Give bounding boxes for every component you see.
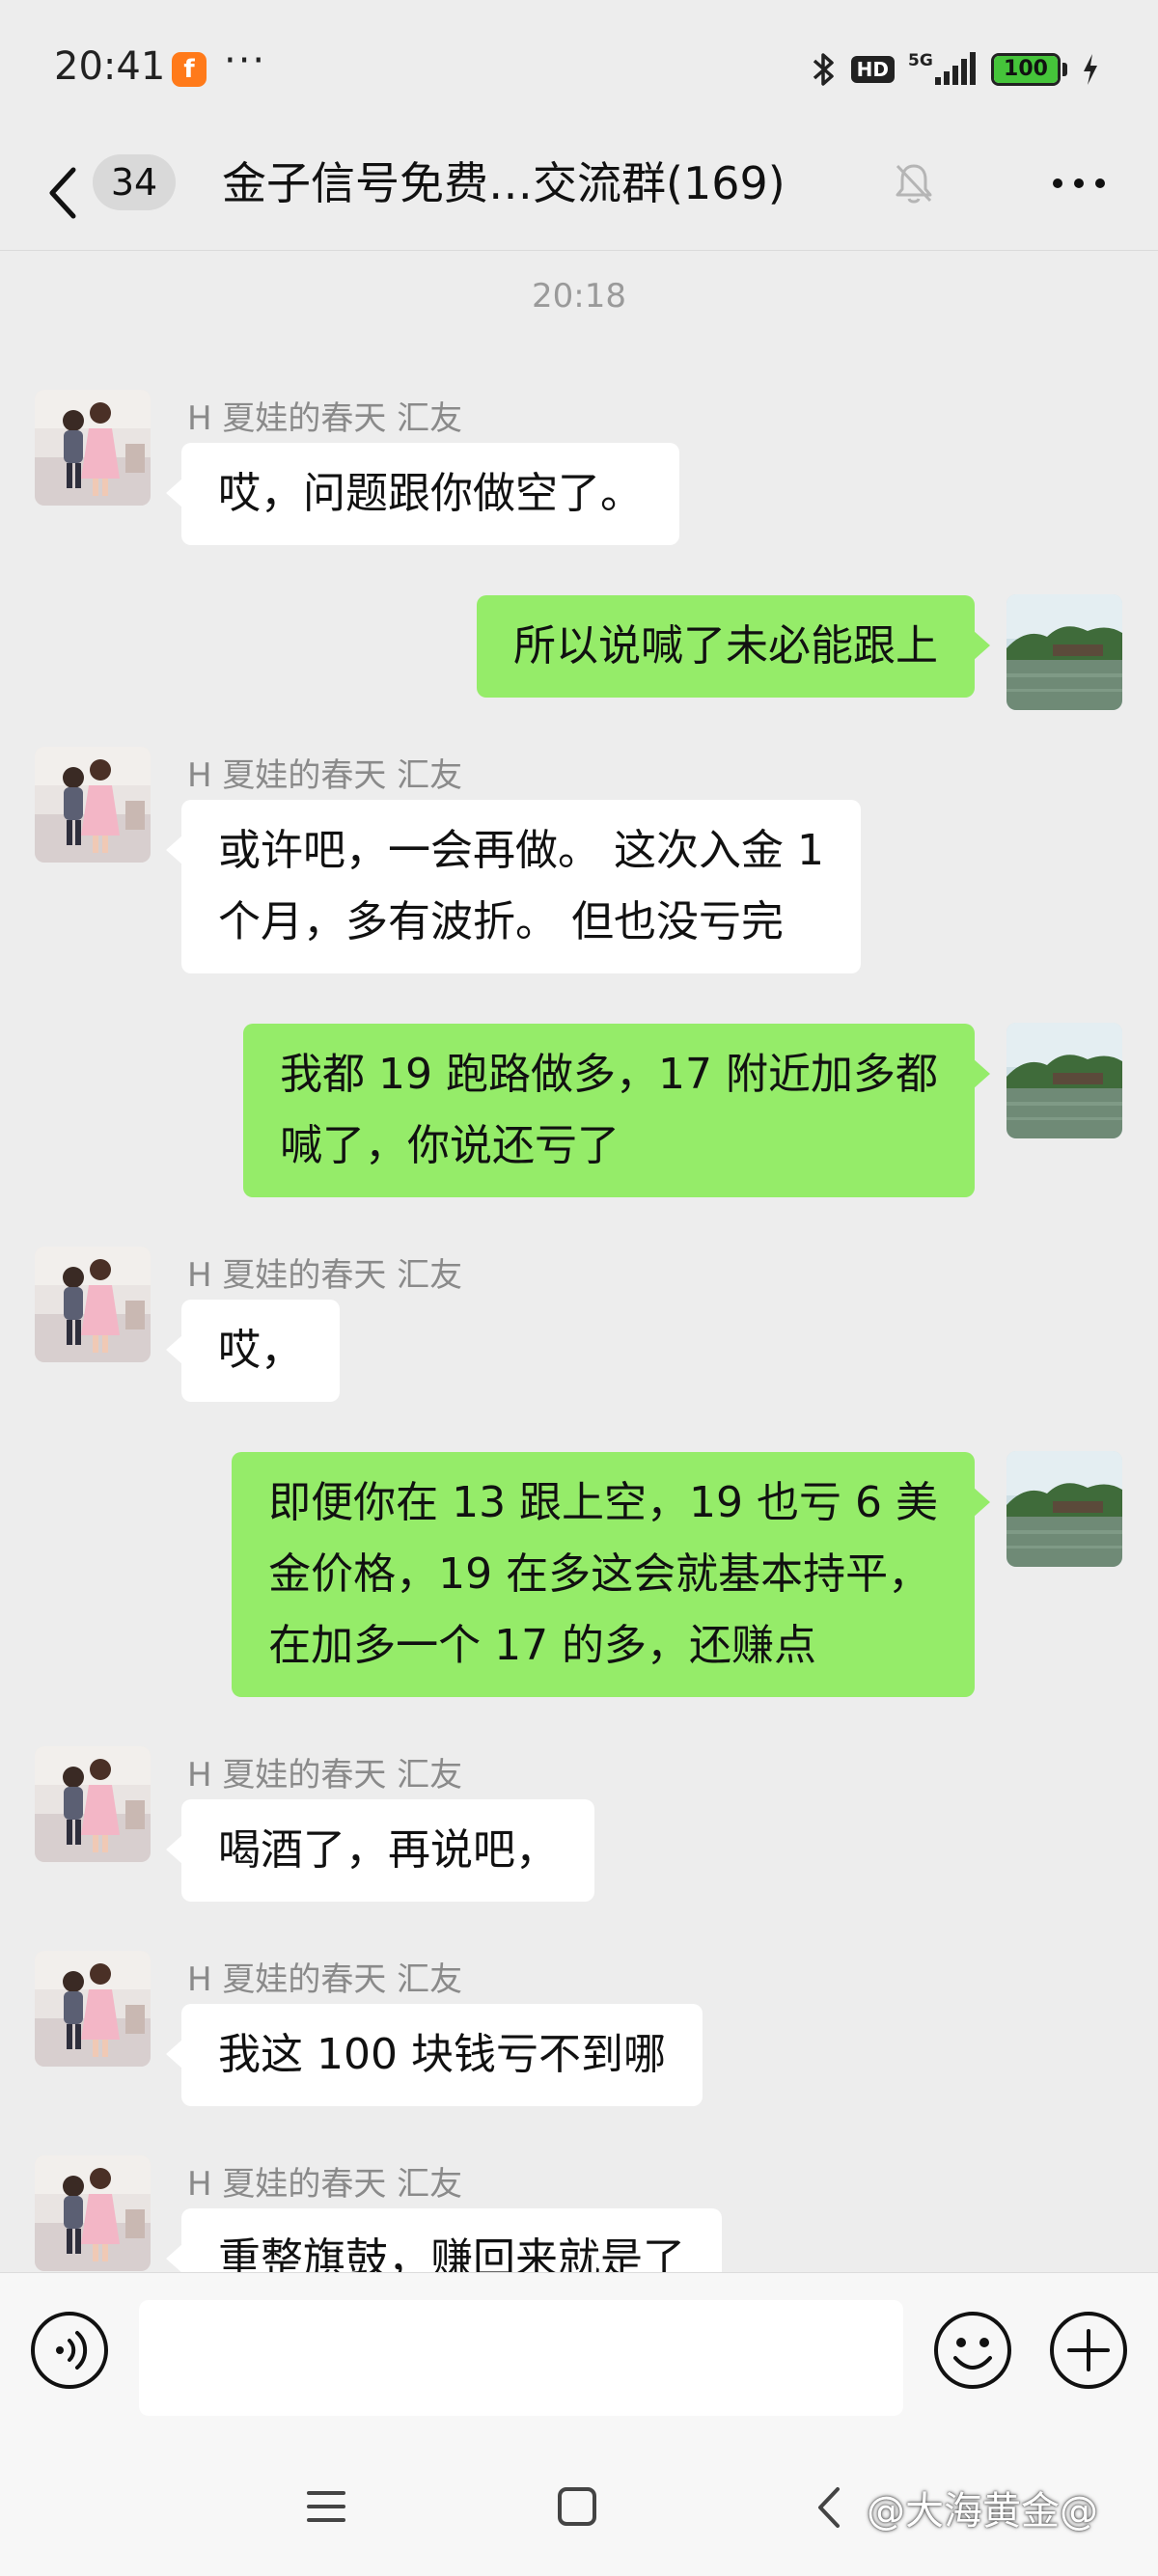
message-timestamp: 20:18 [532, 277, 626, 315]
status-icons: HD 5G 100 [809, 50, 1100, 89]
svg-text:5G: 5G [908, 51, 933, 70]
watermark: @大海黄金@ [867, 2489, 1098, 2534]
home-icon[interactable] [556, 2485, 598, 2528]
message-bubble[interactable]: 即便你在 13 跟上空，19 也亏 6 美 金价格，19 在多这会就基本持平， … [232, 1452, 990, 1697]
menu-icon[interactable] [305, 2485, 347, 2528]
message-text-line: 个月，多有波折。 但也没亏完 [218, 897, 784, 946]
notification-more-icon: ··· [224, 39, 267, 83]
unread-count-badge[interactable]: 34 [93, 154, 176, 210]
my-avatar[interactable] [1006, 1451, 1122, 1567]
message-text-line: 在加多一个 17 的多，还赚点 [268, 1621, 817, 1670]
nav-back-icon[interactable] [813, 2483, 845, 2532]
message-text-line: 即便你在 13 跟上空，19 也亏 6 美 [268, 1478, 938, 1527]
sender-name: H 夏娃的春天 汇友 [187, 399, 463, 438]
my-avatar[interactable] [1006, 594, 1122, 710]
sender-avatar[interactable] [35, 1247, 151, 1362]
voice-icon[interactable] [29, 2310, 110, 2391]
message-bubble[interactable]: 我都 19 跑路做多，17 附近加多都 喊了，你说还亏了 [243, 1024, 990, 1197]
message-text-line: 喊了，你说还亏了 [280, 1121, 620, 1170]
chat-header: 34 金子信号免费…交流群(169) [0, 135, 1158, 251]
message-text: 所以说喊了未必能跟上 [513, 621, 938, 671]
input-bar [0, 2272, 1158, 2441]
battery-icon: 100 [991, 50, 1067, 89]
sender-name: H 夏娃的春天 汇友 [187, 756, 463, 795]
message-bubble[interactable]: 重整旗鼓，赚回来就是了 [166, 2208, 722, 2272]
plus-icon[interactable] [1048, 2310, 1129, 2391]
mute-bell-icon [892, 160, 936, 206]
my-avatar[interactable] [1006, 1023, 1122, 1138]
sender-name: H 夏娃的春天 汇友 [187, 1756, 463, 1795]
status-time: 20:41 [54, 44, 166, 89]
hd-icon: HD [850, 50, 895, 89]
sender-name: H 夏娃的春天 汇友 [187, 1960, 463, 1999]
message-bubble[interactable]: 哎，问题跟你做空了。 [166, 443, 679, 545]
charging-icon [1081, 50, 1100, 89]
message-bubble[interactable]: 或许吧，一会再做。 这次入金 1 个月，多有波折。 但也没亏完 [166, 800, 861, 973]
message-text: 重整旗鼓，赚回来就是了 [218, 2234, 685, 2272]
sender-avatar[interactable] [35, 747, 151, 863]
sender-name: H 夏娃的春天 汇友 [187, 2165, 463, 2204]
page-title: 金子信号免费…交流群(169) [222, 157, 786, 209]
sender-avatar[interactable] [35, 390, 151, 506]
message-text-line: 我都 19 跑路做多，17 附近加多都 [280, 1050, 938, 1099]
message-bubble[interactable]: 哎， [166, 1300, 340, 1402]
message-text-line: 或许吧，一会再做。 这次入金 1 [218, 826, 824, 875]
status-bar: 20:41 f ··· HD 5G 100 [0, 0, 1158, 135]
message-text-line: 金价格，19 在多这会就基本持平， [268, 1549, 931, 1599]
message-text: 哎， [218, 1326, 303, 1375]
message-text: 哎，问题跟你做空了。 [218, 469, 643, 518]
message-bubble[interactable]: 所以说喊了未必能跟上 [477, 595, 990, 698]
bluetooth-icon [809, 50, 838, 89]
message-text: 我这 100 块钱亏不到哪 [218, 2030, 666, 2079]
sender-avatar[interactable] [35, 2155, 151, 2271]
system-navigation-bar: @大海黄金@ [0, 2441, 1158, 2576]
app-notification-icon: f [172, 52, 207, 87]
sender-avatar[interactable] [35, 1951, 151, 2067]
back-icon[interactable] [44, 156, 83, 230]
more-icon[interactable] [1050, 166, 1108, 201]
message-text: 喝酒了，再说吧， [218, 1825, 558, 1875]
chat-message-list[interactable]: 20:18 H 夏娃的春天 汇友 哎，问题跟你做空了。 所以说喊了未必能跟上 H… [0, 252, 1158, 2272]
battery-level: 100 [1004, 57, 1048, 81]
signal-icon: 5G [908, 50, 978, 89]
emoji-icon[interactable] [932, 2310, 1013, 2391]
sender-avatar[interactable] [35, 1746, 151, 1862]
message-input[interactable] [139, 2300, 903, 2416]
message-bubble[interactable]: 我这 100 块钱亏不到哪 [166, 2004, 703, 2106]
sender-name: H 夏娃的春天 汇友 [187, 1256, 463, 1295]
message-bubble[interactable]: 喝酒了，再说吧， [166, 1799, 594, 1902]
